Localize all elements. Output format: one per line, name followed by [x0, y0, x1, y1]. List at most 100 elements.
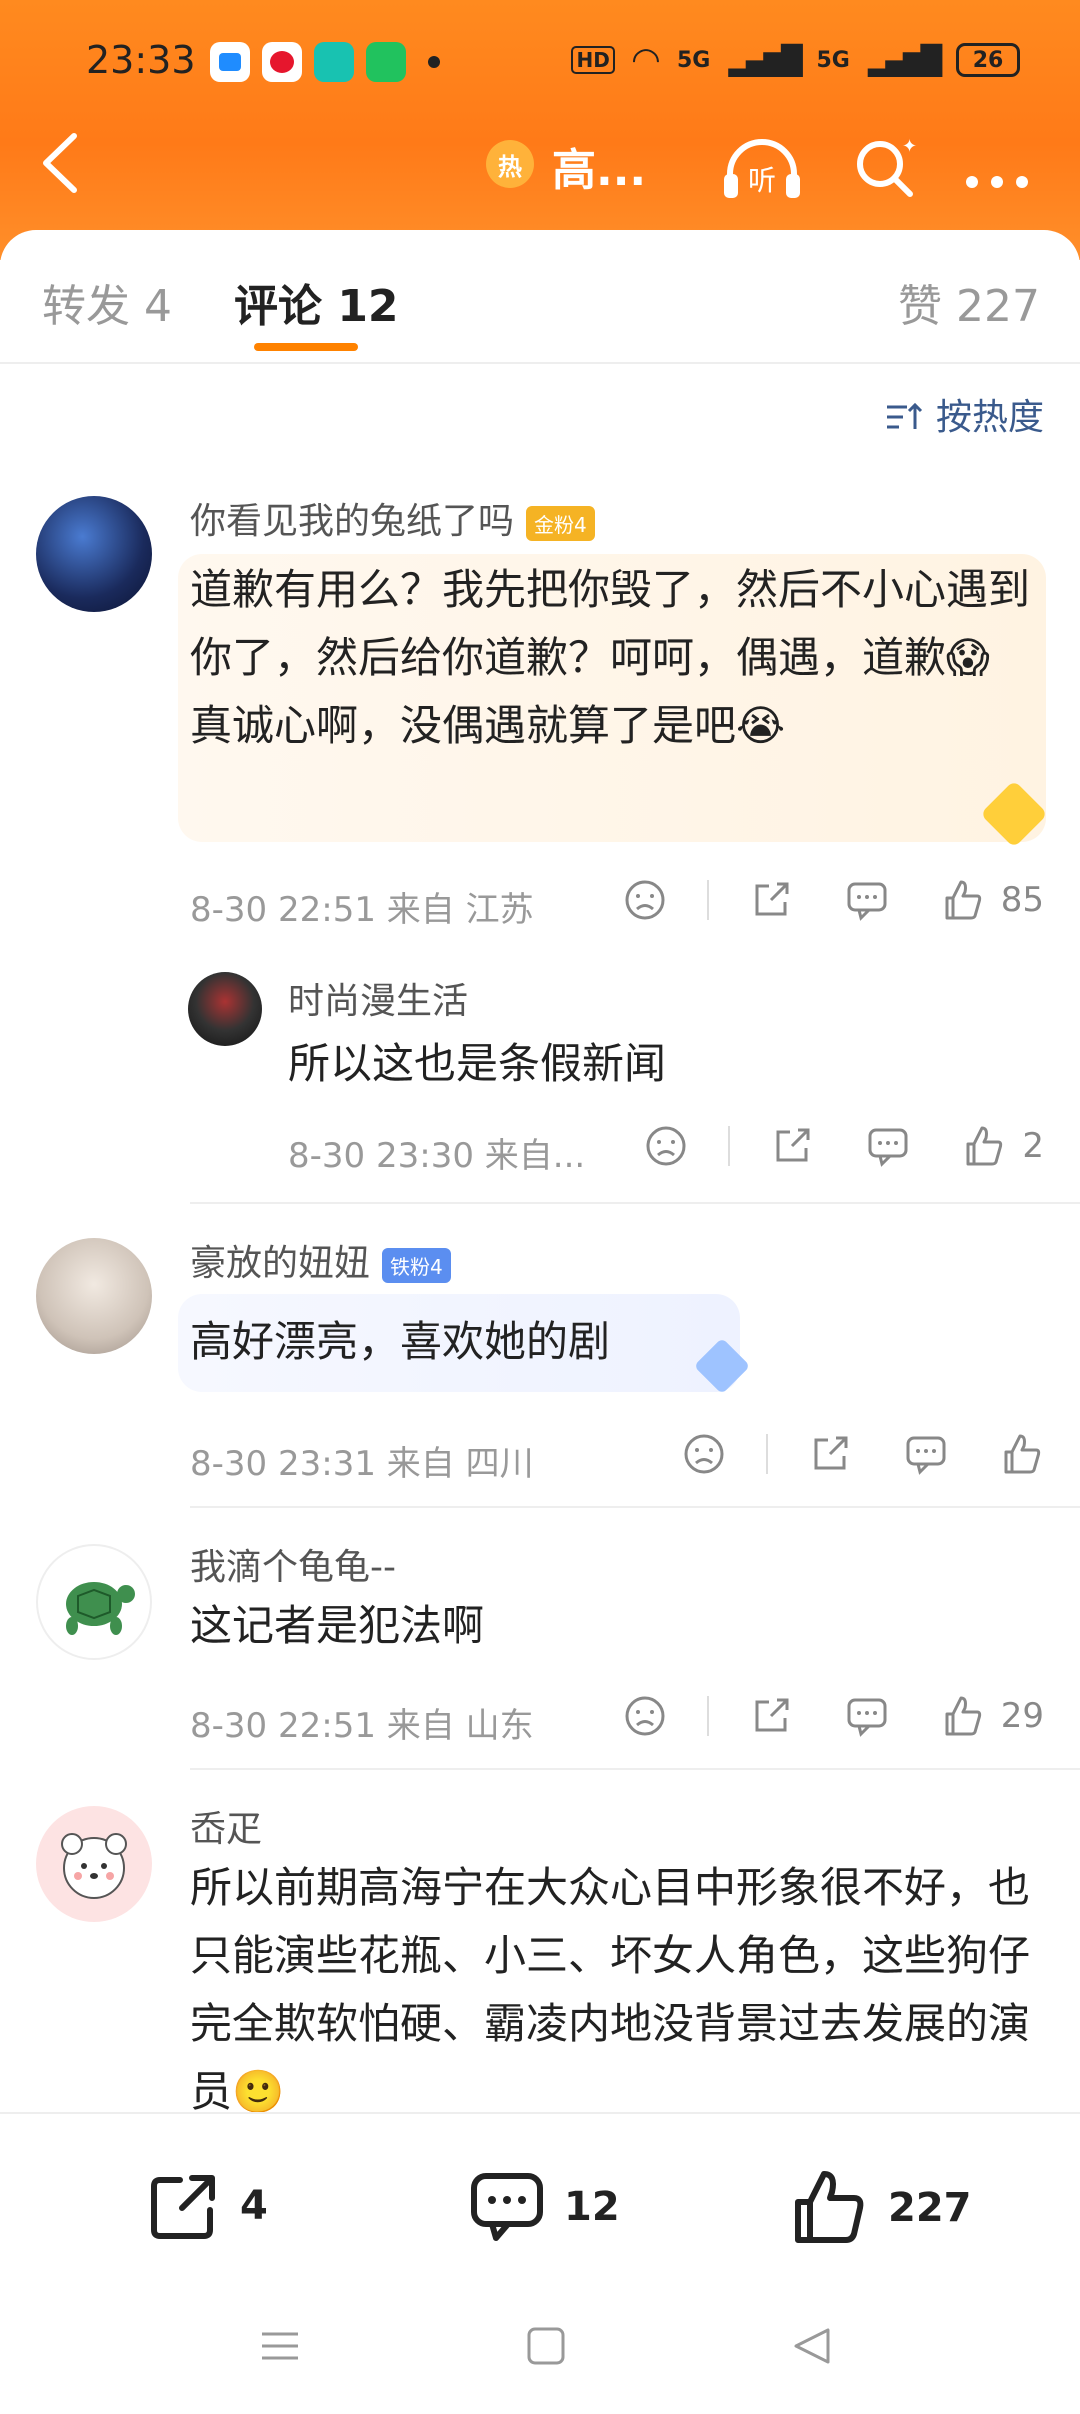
headphones-icon[interactable]: 听 [720, 134, 804, 216]
like-count: 227 [888, 2185, 972, 2231]
weibo-notification-icon [262, 42, 302, 82]
share-icon[interactable] [749, 1694, 793, 1738]
comment-text: 所以前期高海宁在大众心目中形象很不好，也只能演些花瓶、小三、坏女人角色，这些狗仔… [190, 1863, 1031, 2116]
active-tab-indicator [254, 343, 358, 351]
share-icon[interactable] [808, 1432, 852, 1476]
thumbs-up-icon [1004, 1434, 1041, 1474]
fan-badge: 金粉4 [526, 505, 595, 541]
fan-badge: 铁粉4 [382, 1247, 451, 1283]
tab-comment[interactable]: 评论 12 [234, 270, 399, 334]
like-button[interactable]: 2 [962, 1124, 1044, 1168]
avatar[interactable] [36, 496, 152, 612]
reply-actions: 2 [592, 1124, 1044, 1168]
back-triangle-icon[interactable] [792, 2326, 832, 2377]
sort-button[interactable]: 按热度 [885, 388, 1044, 440]
dot-icon [428, 56, 440, 68]
comment-icon[interactable] [866, 1124, 910, 1168]
comment-icon[interactable] [904, 1432, 948, 1476]
hot-badge: 热 [486, 140, 534, 188]
reply-avatar[interactable] [188, 972, 262, 1046]
signal-icon-2: ▂▄▆█ [867, 43, 942, 77]
comment-actions: 29 [571, 1694, 1044, 1738]
bottom-action-bar: 4 12 227 [0, 2112, 1080, 2284]
menu-icon[interactable] [260, 2326, 300, 2377]
hd-icon: HD [571, 46, 615, 74]
comment-button[interactable]: 12 [468, 2168, 620, 2246]
app-notification-icon [210, 42, 250, 82]
shop-notification-icon [366, 42, 406, 82]
comment-icon [471, 2173, 543, 2241]
like-button[interactable]: 29 [941, 1694, 1044, 1738]
avatar[interactable] [36, 1544, 152, 1660]
comment-username[interactable]: 我滴个龟龟-- [190, 1538, 396, 1590]
chevron-left-icon[interactable] [38, 130, 82, 207]
search-icon[interactable]: ✦ [852, 134, 918, 212]
actions-divider [728, 1126, 731, 1166]
thumbs-up-icon [945, 1696, 981, 1736]
share-icon[interactable] [749, 878, 793, 922]
reply-meta: 8-30 23:30 来自... [288, 1136, 586, 1176]
like-button[interactable] [1000, 1432, 1044, 1476]
like-count: 85 [1000, 880, 1044, 920]
listen-label: 听 [748, 164, 776, 197]
turtle-icon [66, 1582, 135, 1635]
wifi-icon: ◠ [632, 40, 659, 80]
share-icon [151, 2175, 215, 2239]
sort-icon [886, 402, 922, 429]
comment-text: 这记者是犯法啊 [190, 1601, 485, 1650]
network-label-2: 5G [816, 47, 850, 73]
frown-icon[interactable] [623, 878, 667, 922]
page-title[interactable]: 高... [552, 134, 646, 198]
comment-icon[interactable] [845, 878, 889, 922]
comment-meta: 8-30 23:31 来自 四川 [190, 1444, 534, 1484]
repost-count: 4 [240, 2183, 268, 2229]
frown-icon[interactable] [623, 1694, 667, 1738]
like-count: 29 [1000, 1696, 1044, 1736]
comment-text: 高好漂亮，喜欢她的剧 [190, 1317, 611, 1366]
status-time: 23:33 [86, 38, 196, 82]
actions-divider [706, 880, 709, 920]
like-count: 2 [1022, 1126, 1044, 1166]
sort-label: 按热度 [935, 397, 1044, 438]
comment-text: 道歉有用么？我先把你毁了，然后不小心遇到你了，然后给你道歉？呵呵，偶遇，道歉😱真… [190, 565, 1031, 750]
comment-icon[interactable] [845, 1694, 889, 1738]
battery-icon: 26 [956, 43, 1020, 77]
comment-username[interactable]: 岙疋 [190, 1800, 262, 1852]
status-bar: 23:33 HD ◠ 5G ▂▄▆█ 5G ▂▄▆█ 26 [0, 0, 1080, 130]
system-nav-bar [0, 2282, 1080, 2414]
divider [190, 1768, 1080, 1770]
share-icon[interactable] [770, 1124, 814, 1168]
comment-meta: 8-30 22:51 来自 山东 [190, 1706, 534, 1746]
reply-username[interactable]: 时尚漫生活 [288, 972, 468, 1024]
thumbs-up-icon [795, 2171, 864, 2243]
top-header: 23:33 HD ◠ 5G ▂▄▆█ 5G ▂▄▆█ 26 热 高... 听 ✦ [0, 0, 1080, 260]
thumbs-up-icon [945, 880, 981, 920]
frown-icon[interactable] [644, 1124, 688, 1168]
tab-likes[interactable]: 赞 227 [898, 270, 1040, 334]
actions-divider [766, 1434, 768, 1474]
like-button[interactable]: 227 [790, 2168, 972, 2248]
frown-icon[interactable] [682, 1432, 726, 1476]
comment-actions [630, 1432, 1044, 1476]
avatar[interactable] [36, 1806, 152, 1922]
network-label: 5G [676, 47, 711, 73]
home-icon[interactable] [526, 2326, 566, 2377]
comment-username[interactable]: 你看见我的兔纸了吗 金粉4 [190, 492, 595, 544]
more-icon[interactable] [962, 148, 1032, 204]
comment-count: 12 [564, 2184, 620, 2230]
username-text: 你看见我的兔纸了吗 [190, 501, 515, 542]
bear-icon [61, 1833, 127, 1899]
repost-button[interactable]: 4 [146, 2168, 268, 2244]
nav-bar: 热 高... 听 ✦ [0, 130, 1080, 240]
divider [190, 1202, 1080, 1204]
svg-text:✦: ✦ [902, 136, 917, 157]
tab-repost[interactable]: 转发 4 [42, 270, 172, 334]
comment-username[interactable]: 豪放的妞妞 铁粉4 [190, 1234, 451, 1286]
battery-level: 26 [972, 47, 1004, 73]
divider [190, 1506, 1080, 1508]
comment-meta: 8-30 22:51 来自 江苏 [190, 890, 534, 930]
avatar[interactable] [36, 1238, 152, 1354]
comment-actions: 85 [571, 878, 1044, 922]
like-button[interactable]: 85 [941, 878, 1044, 922]
signal-icon: ▂▄▆█ [728, 43, 802, 77]
